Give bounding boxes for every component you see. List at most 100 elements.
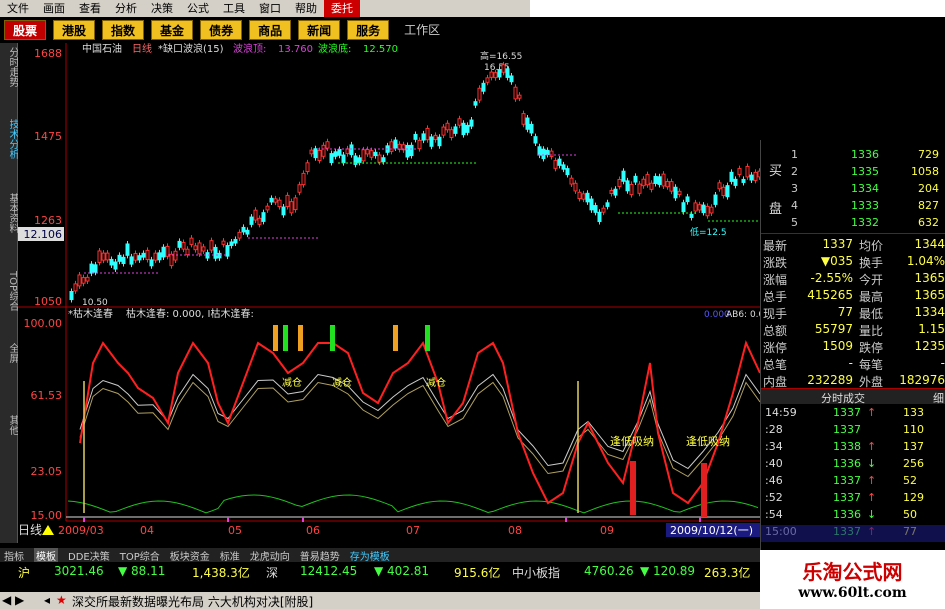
date-tick-08: 08 bbox=[508, 524, 522, 537]
tab-indicator[interactable]: 指标 bbox=[4, 548, 24, 563]
commodity-button[interactable]: 商品 bbox=[249, 20, 292, 40]
tab-trend[interactable]: 普易趋势 bbox=[300, 548, 340, 563]
candle-body bbox=[549, 150, 554, 157]
candle-body bbox=[465, 124, 470, 133]
menu-tools[interactable]: 工具 bbox=[216, 0, 252, 17]
tick-p: 1336 bbox=[833, 457, 861, 470]
tick-t: :40 bbox=[765, 457, 783, 470]
candle-body bbox=[189, 237, 194, 245]
menu-help[interactable]: 帮助 bbox=[288, 0, 324, 17]
candle-body bbox=[145, 249, 150, 261]
candle-body bbox=[601, 207, 606, 213]
candle-body bbox=[717, 182, 722, 190]
bond-button[interactable]: 债券 bbox=[200, 20, 243, 40]
quote-row: 总笔 - 每笔 - bbox=[763, 356, 945, 373]
date-tick-07: 07 bbox=[406, 524, 420, 537]
candle-body bbox=[677, 190, 682, 195]
stock-button[interactable]: 股票 bbox=[4, 20, 47, 40]
candle-body bbox=[237, 231, 242, 239]
candle-body bbox=[133, 253, 138, 261]
menu-decision[interactable]: 决策 bbox=[144, 0, 180, 17]
tab-technical[interactable]: 技术分析 bbox=[0, 119, 18, 159]
candle-body bbox=[437, 136, 442, 147]
news-button[interactable]: 新闻 bbox=[298, 20, 341, 40]
candle-body bbox=[89, 263, 94, 274]
candle-body bbox=[753, 171, 758, 181]
buy-signal-bar bbox=[701, 463, 707, 517]
candle-body bbox=[609, 189, 614, 194]
candle-body bbox=[177, 240, 182, 248]
bid-row-3: 3 1334 204 bbox=[791, 182, 939, 195]
candle-body bbox=[665, 181, 670, 188]
menu-view[interactable]: 查看 bbox=[72, 0, 108, 17]
menu-bar: 文件 画面 查看 分析 决策 公式 工具 窗口 帮助 委托 bbox=[0, 0, 530, 17]
menu-window[interactable]: 窗口 bbox=[252, 0, 288, 17]
quote-k2: 最低 bbox=[859, 307, 884, 321]
tab-dragon-tiger[interactable]: 龙虎动向 bbox=[250, 548, 290, 563]
index-button[interactable]: 指数 bbox=[102, 20, 145, 40]
tab-standard[interactable]: 标准 bbox=[220, 548, 240, 563]
tab-other[interactable]: 其他 bbox=[0, 415, 18, 435]
quote-row: 涨停 1509 跌停 1235 bbox=[763, 339, 945, 356]
fund-button[interactable]: 基金 bbox=[151, 20, 194, 40]
menu-screen[interactable]: 画面 bbox=[36, 0, 72, 17]
tick-row: 14:59 1337 ↑ 133 bbox=[763, 406, 945, 423]
quote-k1: 最新 bbox=[763, 239, 788, 253]
candle-body bbox=[605, 202, 610, 207]
candle-body bbox=[389, 141, 394, 152]
stock-name: 中国石油 bbox=[82, 43, 122, 55]
period-footer: 日线 bbox=[18, 523, 42, 537]
quote-v2: 1344 bbox=[914, 237, 945, 251]
candle-body bbox=[265, 205, 270, 211]
candle-body bbox=[629, 183, 634, 196]
tab-sector-funds[interactable]: 板块资金 bbox=[170, 548, 210, 563]
sme-amount: 263.3亿 bbox=[704, 566, 751, 580]
candle-body bbox=[669, 181, 674, 192]
buy-signal-bar bbox=[630, 461, 636, 515]
tab-fullscreen[interactable]: 全屏 bbox=[0, 343, 18, 363]
quote-k2: 均价 bbox=[859, 239, 884, 253]
cursor-date: 2009/10/12(一) bbox=[670, 524, 753, 537]
signal-bar bbox=[330, 325, 335, 351]
menu-file[interactable]: 文件 bbox=[0, 0, 36, 17]
candle-body bbox=[497, 69, 502, 78]
tick-p: 1337 bbox=[833, 423, 861, 436]
wave-top-label: 波浪顶: bbox=[233, 43, 266, 55]
candle-body bbox=[193, 245, 198, 251]
save-template-button[interactable]: 存为模板 bbox=[350, 548, 390, 563]
ind-tick-bottom: 15.00 bbox=[31, 509, 63, 522]
tab-top-composite[interactable]: TOP综合 bbox=[120, 548, 160, 563]
candle-body bbox=[393, 139, 398, 149]
workspace-button[interactable]: 工作区 bbox=[396, 20, 449, 40]
quote-k1: 涨跌 bbox=[763, 256, 788, 270]
tab-template[interactable]: 模板 bbox=[34, 548, 58, 563]
price-tick-top: 1688 bbox=[34, 47, 62, 60]
candle-body bbox=[357, 157, 362, 163]
menu-formula[interactable]: 公式 bbox=[180, 0, 216, 17]
menu-analysis[interactable]: 分析 bbox=[108, 0, 144, 17]
service-button[interactable]: 服务 bbox=[347, 20, 390, 40]
tab-top[interactable]: TOP综合 bbox=[0, 271, 18, 311]
quote-v2: 1365 bbox=[914, 288, 945, 302]
candle-body bbox=[533, 136, 538, 144]
candle-body bbox=[661, 173, 666, 187]
news-headline[interactable]: 深交所最新数据曝光布局 六大机构对决[附股] bbox=[72, 593, 313, 609]
quote-v1: 415265 bbox=[807, 288, 853, 302]
hk-stock-button[interactable]: 港股 bbox=[53, 20, 96, 40]
candle-body bbox=[685, 196, 690, 203]
tab-intraday[interactable]: 分时走势 bbox=[0, 47, 18, 87]
chart-area[interactable]: 中国石油 日线 *缺口波浪(15) 波浪顶: 13.760 波浪底: 12.57… bbox=[18, 42, 776, 548]
tab-dde[interactable]: DDE决策 bbox=[68, 548, 110, 563]
candle-body bbox=[149, 259, 154, 267]
candle-body bbox=[349, 144, 354, 156]
menu-trade[interactable]: 委托 bbox=[324, 0, 360, 17]
candle-body bbox=[501, 64, 506, 73]
tick-row: :46 1337 ↑ 52 bbox=[763, 474, 945, 491]
nav-arrows-icon[interactable]: ◀ ▶ bbox=[2, 593, 24, 607]
tab-fundamentals[interactable]: 基本资料 bbox=[0, 193, 18, 233]
candle-body bbox=[381, 157, 386, 163]
tick-highlight bbox=[761, 525, 945, 542]
candle-body bbox=[505, 68, 510, 78]
candle-body bbox=[269, 197, 274, 203]
ticks-detail-tab[interactable]: 细 bbox=[933, 390, 944, 406]
